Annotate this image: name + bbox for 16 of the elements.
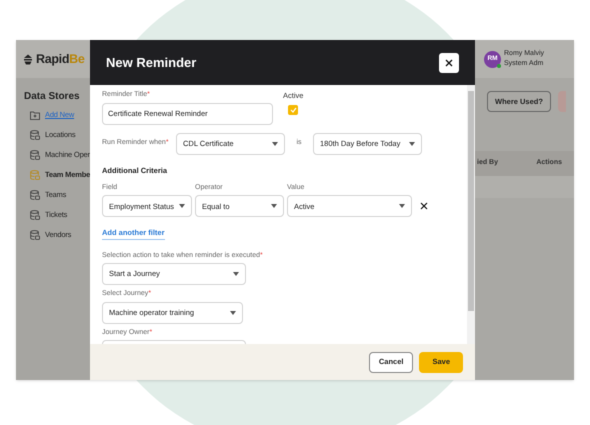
caret-icon (233, 272, 239, 276)
close-icon (445, 58, 453, 66)
caret-icon (399, 204, 405, 208)
caret-icon (179, 204, 185, 208)
modal-title: New Reminder (106, 54, 196, 72)
sidebar-title: Data Stores (23, 90, 81, 104)
caret-icon (230, 310, 236, 314)
close-button[interactable] (439, 52, 459, 72)
remove-icon[interactable] (420, 202, 428, 210)
logo-text: RapidBe (36, 50, 85, 68)
caret-icon (409, 142, 415, 146)
active-checkbox[interactable] (288, 105, 298, 116)
bee-logo-icon (23, 54, 33, 64)
caret-icon (271, 204, 277, 208)
check-icon (290, 107, 297, 114)
caret-icon (272, 142, 278, 146)
